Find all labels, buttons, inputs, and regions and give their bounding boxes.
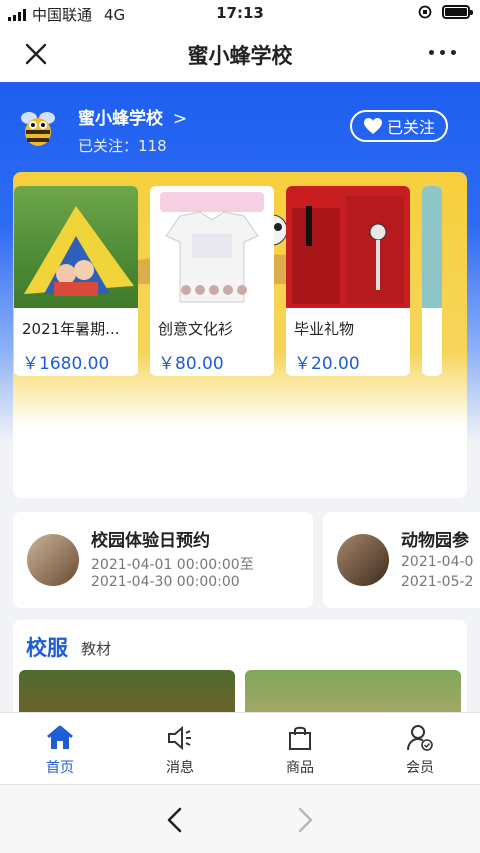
page-title: 蜜小蜂学校	[187, 44, 293, 68]
product-price: ￥20.00	[294, 354, 360, 374]
category-image[interactable]	[245, 670, 461, 712]
product-name: 毕业礼物	[294, 320, 355, 338]
product-card[interactable]: 2021年暑期... ￥1680.00	[14, 186, 138, 376]
tab-label: 商品	[286, 760, 314, 776]
follower-count: 已关注：118	[78, 137, 167, 155]
back-arrow-icon[interactable]	[164, 807, 186, 833]
forward-arrow-icon[interactable]	[294, 807, 316, 833]
shop-header: 蜜小蜂学校 > 已关注：118 已关注	[16, 102, 464, 162]
product-name: 创意文化衫	[158, 320, 234, 338]
event-start: 2021-04-01 00:00:00至	[91, 557, 254, 573]
product-card-partial[interactable]	[422, 186, 442, 376]
product-image	[150, 186, 274, 308]
tab-bar: 首页 消息 商品 会员	[0, 712, 480, 784]
event-end: 2021-04-30 00:00:00	[91, 574, 240, 590]
section-title[interactable]: 校服	[26, 632, 68, 662]
shop-name: 蜜小蜂学校	[78, 109, 163, 129]
product-card[interactable]: 创意文化衫 ￥80.00	[150, 186, 274, 376]
home-icon	[47, 725, 73, 749]
product-card[interactable]: 毕业礼物 ￥20.00	[286, 186, 410, 376]
chevron-right-icon: >	[172, 109, 188, 129]
main-content[interactable]: 蜜小蜂学校 > 已关注：118 已关注 2021年暑期... ￥1680.00 …	[0, 82, 480, 712]
product-image	[422, 186, 442, 308]
tab-messages[interactable]: 消息	[120, 713, 240, 784]
event-card[interactable]: 动物园参 2021-04-0 2021-05-2	[323, 512, 480, 608]
speaker-icon	[168, 725, 191, 751]
product-price: ￥80.00	[158, 354, 224, 374]
more-icon[interactable]	[429, 50, 456, 55]
event-start: 2021-04-0	[401, 554, 474, 570]
tab-products[interactable]: 商品	[240, 713, 360, 784]
browser-nav	[0, 784, 480, 853]
rotation-lock-icon	[418, 5, 432, 19]
product-list: 2021年暑期... ￥1680.00 创意文化衫 ￥80.00 毕业礼物 ￥2…	[14, 186, 442, 376]
tab-home[interactable]: 首页	[0, 713, 120, 784]
section-subtitle[interactable]: 教材	[81, 638, 111, 659]
event-list: 校园体验日预约 2021-04-01 00:00:00至 2021-04-30 …	[13, 512, 480, 608]
product-price: ￥1680.00	[22, 354, 110, 374]
tab-label: 消息	[166, 760, 194, 776]
event-title: 校园体验日预约	[91, 531, 210, 551]
event-thumbnail	[27, 534, 79, 586]
status-right	[418, 5, 473, 19]
nav-bar: 蜜小蜂学校	[0, 26, 480, 82]
tab-label: 首页	[46, 760, 74, 776]
follow-label: 已关注	[386, 118, 435, 137]
follow-button[interactable]: 已关注	[350, 110, 448, 142]
product-image	[286, 186, 410, 308]
member-icon	[407, 725, 433, 751]
tab-member[interactable]: 会员	[360, 713, 480, 784]
event-end: 2021-05-2	[401, 574, 474, 590]
shop-name-link[interactable]: 蜜小蜂学校 >	[78, 104, 187, 129]
bag-icon	[289, 726, 311, 750]
heart-icon	[363, 118, 382, 134]
category-image[interactable]	[19, 670, 235, 712]
product-name: 2021年暑期...	[22, 320, 120, 338]
bee-logo-icon[interactable]	[16, 106, 60, 150]
event-title: 动物园参	[401, 531, 469, 551]
status-bar: 中国联通 4G 17:13	[0, 0, 480, 26]
product-image	[14, 186, 138, 308]
event-thumbnail	[337, 534, 389, 586]
tab-label: 会员	[406, 760, 434, 776]
battery-icon	[442, 5, 473, 19]
event-card[interactable]: 校园体验日预约 2021-04-01 00:00:00至 2021-04-30 …	[13, 512, 313, 608]
category-section: 校服 教材	[13, 620, 467, 712]
clock: 17:13	[216, 4, 264, 22]
